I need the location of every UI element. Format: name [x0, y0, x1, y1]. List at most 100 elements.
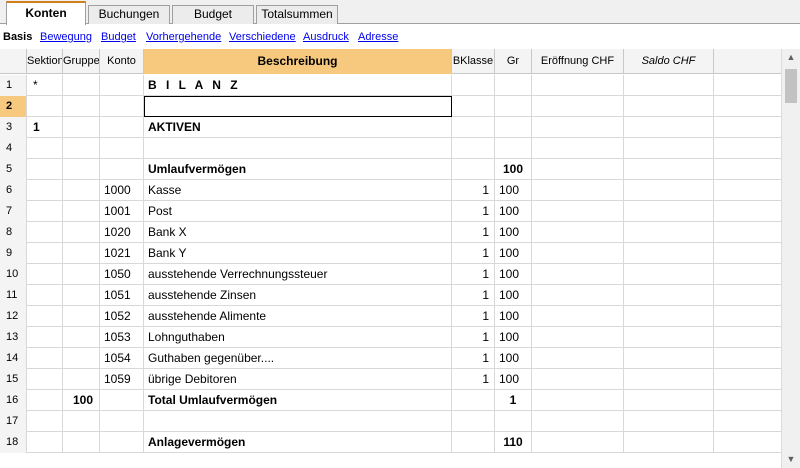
cell-saldo[interactable]	[624, 411, 714, 432]
header-saldo[interactable]: Saldo CHF	[624, 49, 714, 74]
cell-bklasse[interactable]	[452, 96, 495, 117]
cell-eroeffnung[interactable]	[532, 222, 624, 243]
cell-gruppe[interactable]	[63, 201, 100, 222]
cell-konto[interactable]: 1054	[100, 348, 144, 369]
cell-sektion[interactable]: 1	[27, 117, 63, 138]
cell-konto[interactable]: 1050	[100, 264, 144, 285]
cell-gruppe[interactable]	[63, 432, 100, 453]
vertical-scrollbar[interactable]: ▲ ▼	[781, 49, 800, 468]
cell-gruppe[interactable]	[63, 348, 100, 369]
cell-gr[interactable]: 100	[495, 348, 532, 369]
cell-bklasse[interactable]: 1	[452, 348, 495, 369]
cell-beschreibung[interactable]: Bank X	[144, 222, 452, 243]
cell-eroeffnung[interactable]	[532, 348, 624, 369]
cell-eroeffnung[interactable]	[532, 180, 624, 201]
cell-gr[interactable]: 100	[495, 159, 532, 180]
cell-gr[interactable]: 100	[495, 306, 532, 327]
cell-saldo[interactable]	[624, 75, 714, 96]
cell-bklasse[interactable]: 1	[452, 243, 495, 264]
cell-gruppe[interactable]	[63, 306, 100, 327]
cell-eroeffnung[interactable]	[532, 201, 624, 222]
cell-sektion[interactable]	[27, 180, 63, 201]
cell-sektion[interactable]	[27, 159, 63, 180]
cell-eroeffnung[interactable]	[532, 327, 624, 348]
cell-saldo[interactable]	[624, 369, 714, 390]
cell-sektion[interactable]	[27, 327, 63, 348]
cell-saldo[interactable]	[624, 138, 714, 159]
cell-sektion[interactable]	[27, 96, 63, 117]
cell-gr[interactable]: 100	[495, 243, 532, 264]
cell-beschreibung[interactable]: Lohnguthaben	[144, 327, 452, 348]
cell-gruppe[interactable]	[63, 243, 100, 264]
cell-sektion[interactable]	[27, 222, 63, 243]
cell-saldo[interactable]	[624, 180, 714, 201]
cell-sektion[interactable]	[27, 432, 63, 453]
cell-saldo[interactable]	[624, 285, 714, 306]
cell-beschreibung[interactable]: B I L A N Z	[144, 75, 452, 96]
cell-eroeffnung[interactable]	[532, 285, 624, 306]
cell-saldo[interactable]	[624, 117, 714, 138]
cell-konto[interactable]	[100, 432, 144, 453]
scroll-thumb[interactable]	[785, 69, 797, 103]
cell-saldo[interactable]	[624, 159, 714, 180]
cell-gruppe[interactable]	[63, 369, 100, 390]
cell-saldo[interactable]	[624, 306, 714, 327]
cell-beschreibung[interactable]: AKTIVEN	[144, 117, 452, 138]
cell-gr[interactable]: 100	[495, 369, 532, 390]
scroll-up-arrow-icon[interactable]: ▲	[782, 49, 800, 66]
cell-bklasse[interactable]: 1	[452, 222, 495, 243]
table-row[interactable]: 7 1001 Post 1 100	[0, 201, 781, 222]
cell-bklasse[interactable]: 1	[452, 285, 495, 306]
cell-eroeffnung[interactable]	[532, 96, 624, 117]
cell-sektion[interactable]	[27, 264, 63, 285]
table-row[interactable]: 14 1054 Guthaben gegenüber.... 1 100	[0, 348, 781, 369]
cell-saldo[interactable]	[624, 243, 714, 264]
cell-beschreibung[interactable]: Post	[144, 201, 452, 222]
view-adresse[interactable]: Adresse	[358, 31, 398, 43]
cell-gruppe[interactable]	[63, 222, 100, 243]
cell-bklasse[interactable]	[452, 390, 495, 411]
cell-konto[interactable]: 1059	[100, 369, 144, 390]
scroll-down-arrow-icon[interactable]: ▼	[782, 451, 800, 468]
cell-gruppe[interactable]	[63, 117, 100, 138]
cell-konto[interactable]	[100, 159, 144, 180]
cell-eroeffnung[interactable]	[532, 138, 624, 159]
cell-eroeffnung[interactable]	[532, 264, 624, 285]
cell-gruppe[interactable]	[63, 264, 100, 285]
cell-gr[interactable]: 100	[495, 285, 532, 306]
cell-gruppe[interactable]	[63, 411, 100, 432]
cell-konto[interactable]: 1052	[100, 306, 144, 327]
cell-gruppe[interactable]: 100	[63, 390, 100, 411]
cell-gr[interactable]: 100	[495, 222, 532, 243]
cell-beschreibung[interactable]	[144, 138, 452, 159]
cell-bklasse[interactable]: 1	[452, 264, 495, 285]
header-beschreibung[interactable]: Beschreibung	[144, 49, 452, 74]
table-row[interactable]: 16 100 Total Umlaufvermögen 1	[0, 390, 781, 411]
cell-sektion[interactable]	[27, 411, 63, 432]
cell-gr[interactable]	[495, 138, 532, 159]
header-gruppe[interactable]: Gruppe	[63, 49, 100, 74]
cell-gr[interactable]	[495, 411, 532, 432]
cell-bklasse[interactable]: 1	[452, 180, 495, 201]
header-sektion[interactable]: Sektion	[27, 49, 63, 74]
cell-eroeffnung[interactable]	[532, 306, 624, 327]
header-gr[interactable]: Gr	[495, 49, 532, 74]
cell-gr[interactable]	[495, 75, 532, 96]
cell-gruppe[interactable]	[63, 96, 100, 117]
cell-konto[interactable]: 1053	[100, 327, 144, 348]
cell-beschreibung[interactable]: Total Umlaufvermögen	[144, 390, 452, 411]
cell-gruppe[interactable]	[63, 75, 100, 96]
view-verschiedene[interactable]: Verschiedene	[229, 31, 296, 43]
cell-saldo[interactable]	[624, 327, 714, 348]
cell-beschreibung[interactable]: Anlagevermögen	[144, 432, 452, 453]
view-budget[interactable]: Budget	[101, 31, 136, 43]
cell-gr[interactable]: 100	[495, 264, 532, 285]
cell-gruppe[interactable]	[63, 285, 100, 306]
cell-konto[interactable]: 1000	[100, 180, 144, 201]
table-row[interactable]: 8 1020 Bank X 1 100	[0, 222, 781, 243]
cell-bklasse[interactable]	[452, 75, 495, 96]
cell-beschreibung[interactable]: ausstehende Zinsen	[144, 285, 452, 306]
tab-buchungen[interactable]: Buchungen	[88, 5, 170, 24]
cell-gr[interactable]: 100	[495, 201, 532, 222]
cell-bklasse[interactable]: 1	[452, 369, 495, 390]
